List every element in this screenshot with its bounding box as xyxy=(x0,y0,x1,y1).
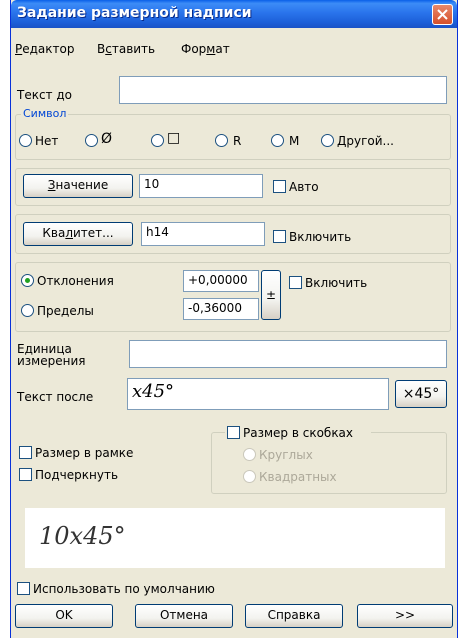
text-after-label: Текст после xyxy=(17,390,94,404)
deviations-enable-checkbox[interactable] xyxy=(289,276,302,289)
preview-text: 10x45° xyxy=(39,522,126,550)
brackets-group xyxy=(211,432,447,494)
menu-insert[interactable]: Вставить xyxy=(97,42,155,56)
square-icon: □ xyxy=(167,130,181,146)
limits-radio[interactable] xyxy=(21,304,34,317)
value-button[interactable]: Значение xyxy=(23,174,133,198)
unit-input[interactable] xyxy=(129,340,447,368)
round-brackets-label: Круглых xyxy=(259,448,313,462)
underline-label: Подчеркнуть xyxy=(35,468,119,482)
deviations-label: Отклонения xyxy=(37,274,114,288)
menu-format[interactable]: Формат xyxy=(181,42,230,56)
square-brackets-radio[interactable] xyxy=(243,470,256,483)
plus-minus-button[interactable]: ± xyxy=(261,270,281,320)
tolerance-class-button[interactable]: Квалитет... xyxy=(23,222,133,246)
preview-area: 10x45° xyxy=(25,508,445,568)
brackets-checkbox[interactable] xyxy=(227,426,240,439)
menu-bar: Редактор Вставить Формат xyxy=(11,28,457,56)
deviations-enable-label: Включить xyxy=(305,276,368,290)
menu-editor[interactable]: Редактор xyxy=(15,42,74,56)
close-icon xyxy=(437,9,448,20)
window-title: Задание размерной надписи xyxy=(17,5,252,21)
limits-label: Пределы xyxy=(37,304,94,318)
upper-deviation-input[interactable]: +0,00000 xyxy=(183,270,259,292)
symbol-other-label: Другой... xyxy=(337,134,394,148)
framed-label: Размер в рамке xyxy=(35,446,134,460)
text-before-label: Текст до xyxy=(17,88,73,102)
value-input[interactable]: 10 xyxy=(139,174,263,198)
ok-button[interactable]: OK xyxy=(15,604,113,628)
help-button[interactable]: Справка xyxy=(245,604,343,628)
deviations-radio[interactable] xyxy=(21,274,34,287)
diameter-icon: Ø xyxy=(101,131,113,147)
cancel-button[interactable]: Отмена xyxy=(135,604,233,628)
tolerance-class-enable-checkbox[interactable] xyxy=(273,230,286,243)
plus-minus-icon: ± xyxy=(265,288,277,302)
symbol-radius-radio[interactable] xyxy=(215,134,228,147)
underline-checkbox[interactable] xyxy=(19,468,32,481)
round-brackets-radio[interactable] xyxy=(243,448,256,461)
symbol-other-radio[interactable] xyxy=(321,134,334,147)
lower-deviation-input[interactable]: -0,36000 xyxy=(183,298,259,320)
dimension-text-dialog: Задание размерной надписи Редактор Встав… xyxy=(10,0,458,638)
symbol-square-radio[interactable] xyxy=(151,134,164,147)
auto-label: Авто xyxy=(289,180,319,194)
close-button[interactable] xyxy=(432,4,453,25)
title-bar[interactable]: Задание размерной надписи xyxy=(11,0,457,28)
use-default-label: Использовать по умолчанию xyxy=(33,582,215,596)
symbol-none-label: Нет xyxy=(35,134,59,148)
symbol-metric-label: M xyxy=(289,134,300,148)
times-45-button[interactable]: ×45° xyxy=(395,380,447,408)
unit-label-line2: измерения xyxy=(17,354,86,368)
symbol-none-radio[interactable] xyxy=(19,134,32,147)
square-brackets-label: Квадратных xyxy=(259,470,337,484)
text-before-input[interactable] xyxy=(119,76,447,104)
tolerance-class-enable-label: Включить xyxy=(289,230,352,244)
text-after-input[interactable]: x45° xyxy=(127,378,389,410)
symbol-metric-radio[interactable] xyxy=(271,134,284,147)
tolerance-class-input[interactable]: h14 xyxy=(141,222,265,246)
symbol-radius-label: R xyxy=(233,134,242,148)
brackets-label: Размер в скобках xyxy=(243,426,354,440)
auto-checkbox[interactable] xyxy=(273,180,286,193)
symbol-diameter-radio[interactable] xyxy=(85,134,98,147)
more-button[interactable]: >> xyxy=(357,604,453,628)
use-default-checkbox[interactable] xyxy=(17,582,30,595)
symbol-group-title: Символ xyxy=(21,107,69,120)
framed-checkbox[interactable] xyxy=(19,446,32,459)
